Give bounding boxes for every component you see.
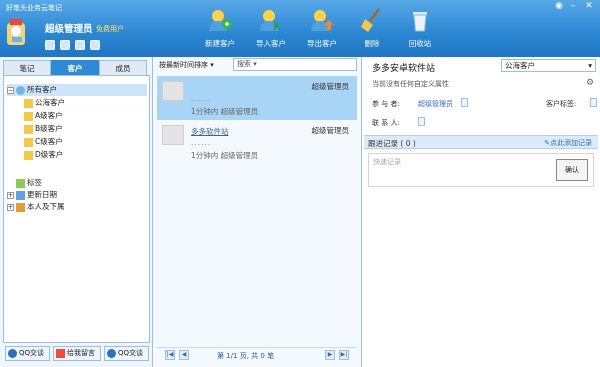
collapse-icon[interactable]: − <box>7 86 14 94</box>
expand-icon[interactable]: + <box>7 203 14 211</box>
leave-message-button[interactable]: 给我留言 <box>53 346 101 361</box>
avatar <box>162 125 184 145</box>
message-icon[interactable] <box>90 40 100 50</box>
tag-picker[interactable] <box>590 98 597 107</box>
new-customer-icon <box>209 10 232 31</box>
app-title: 好笔头业务云笔记 <box>6 4 62 12</box>
add-record-link[interactable]: ✎点此添加记录 <box>544 138 592 148</box>
tree-group-subordinates[interactable]: + 本人及下属 <box>7 201 65 213</box>
chevron-down-icon: ▾ <box>588 61 592 70</box>
tree-all-customers[interactable]: − 所有客户 <box>7 84 147 96</box>
recycle-bin-icon <box>413 12 427 32</box>
tab-customers[interactable]: 客户 <box>51 60 99 75</box>
delete-button[interactable]: 删除 <box>348 6 396 54</box>
pager: |◀ ◀ 第 1/1 页, 共 0 笔 ▶ ▶| <box>157 347 357 361</box>
new-customer-button[interactable]: 新建客户 <box>196 6 244 54</box>
customer-icon <box>24 150 33 160</box>
customer-card[interactable]: 超级管理员 ...... 1分钟内 超级管理员 <box>157 76 357 120</box>
export-customer-button[interactable]: 导出客户 <box>298 6 346 54</box>
customer-name[interactable]: 多多安卓软件站 <box>372 61 435 74</box>
tree-item[interactable]: B级客户 <box>24 123 63 135</box>
import-customer-icon <box>260 10 279 31</box>
contact-label: 联 系 人: <box>372 119 400 127</box>
last-page-button[interactable]: ▶| <box>339 350 349 360</box>
expand-icon[interactable]: + <box>7 191 14 199</box>
people-icon <box>16 202 25 212</box>
user-avatar-icon <box>7 19 25 45</box>
search-input[interactable]: 搜索 ▾ <box>233 58 357 71</box>
tag-label: 客户标签: <box>546 100 577 108</box>
qq-chat-button[interactable]: QQ交谈 <box>5 346 50 361</box>
recycle-bin-button[interactable]: 回收站 <box>396 6 444 54</box>
skin-icon[interactable]: ◉ <box>552 1 566 12</box>
minimize-button[interactable]: – <box>566 1 580 12</box>
qq-chat-button-2[interactable]: QQ交谈 <box>104 346 149 361</box>
confirm-button[interactable]: 确认 <box>556 159 588 181</box>
message-icon <box>56 348 65 358</box>
qq-icon <box>107 348 116 358</box>
customer-card[interactable]: 多多软件站 超级管理员 ...... 1分钟内 超级管理员 <box>157 120 357 164</box>
mail-icon[interactable] <box>45 40 55 50</box>
customer-tree: − 所有客户 公海客户 A级客户 B级客户 C级客户 D级客户 标签 + 更新日期 … <box>3 75 150 343</box>
group-icon <box>16 85 25 95</box>
tree-item[interactable]: C级客户 <box>24 136 63 148</box>
gear-icon[interactable]: ⚙ <box>586 78 594 88</box>
category-select[interactable]: 公海客户 ▾ <box>501 59 596 72</box>
customer-icon <box>24 111 33 121</box>
broom-icon <box>361 8 380 32</box>
top-banner: 好笔头业务云笔记 ◉ – ✕ 超级管理员 免费用户 新建客户 导入客户 导出客户… <box>0 0 600 57</box>
tree-group-update-date[interactable]: + 更新日期 <box>7 189 57 201</box>
contact-picker[interactable] <box>418 117 425 126</box>
followup-title: 跟进记录 ( 0 ) <box>368 139 416 148</box>
export-customer-icon <box>311 10 334 31</box>
participant-label: 参 与 者: <box>372 100 400 108</box>
participant-value[interactable]: 超级管理员 <box>418 99 453 109</box>
qq-icon <box>8 348 17 358</box>
tree-group-tags[interactable]: 标签 <box>7 177 42 189</box>
sort-dropdown[interactable]: 按最新时间排序 ▾ <box>159 59 231 71</box>
user-type-badge: 免费用户 <box>96 25 124 33</box>
tag-icon <box>16 178 25 188</box>
participant-picker[interactable] <box>461 98 468 107</box>
prev-page-button[interactable]: ◀ <box>179 350 189 360</box>
tree-item[interactable]: 公海客户 <box>24 97 65 109</box>
chevron-down-icon: ▾ <box>253 60 257 68</box>
avatar <box>162 81 184 101</box>
left-panel: 笔记 客户 成员 − 所有客户 公海客户 A级客户 B级客户 C级客户 D级客户 … <box>0 57 153 367</box>
tab-notes[interactable]: 笔记 <box>3 60 51 75</box>
customer-icon <box>24 98 33 108</box>
customer-icon <box>24 137 33 147</box>
page-info: 第 1/1 页, 共 0 笔 <box>217 352 275 360</box>
followup-header: 跟进记录 ( 0 ) ✎点此添加记录 <box>364 135 598 149</box>
settings-icon[interactable] <box>60 40 70 50</box>
username: 超级管理员 <box>45 24 93 35</box>
calendar-icon <box>16 190 25 200</box>
close-button[interactable]: ✕ <box>582 1 596 12</box>
next-page-button[interactable]: ▶ <box>325 350 335 360</box>
customer-detail-panel: 多多安卓软件站 公海客户 ▾ 当前没有任何自定义属性 ⚙ 参 与 者: 超级管理员… <box>362 57 600 367</box>
tree-item[interactable]: A级客户 <box>24 110 63 122</box>
import-customer-button[interactable]: 导入客户 <box>247 6 295 54</box>
chevron-down-icon: ▾ <box>210 61 214 69</box>
custom-attr-note: 当前没有任何自定义属性 <box>372 80 449 88</box>
tab-members[interactable]: 成员 <box>99 60 147 75</box>
customer-list-panel: 按最新时间排序 ▾ 搜索 ▾ 超级管理员 ...... 1分钟内 超级管理员 多… <box>153 57 362 367</box>
phone-icon[interactable] <box>75 40 85 50</box>
customer-icon <box>24 124 33 134</box>
tree-item[interactable]: D级客户 <box>24 149 63 161</box>
first-page-button[interactable]: |◀ <box>165 350 175 360</box>
